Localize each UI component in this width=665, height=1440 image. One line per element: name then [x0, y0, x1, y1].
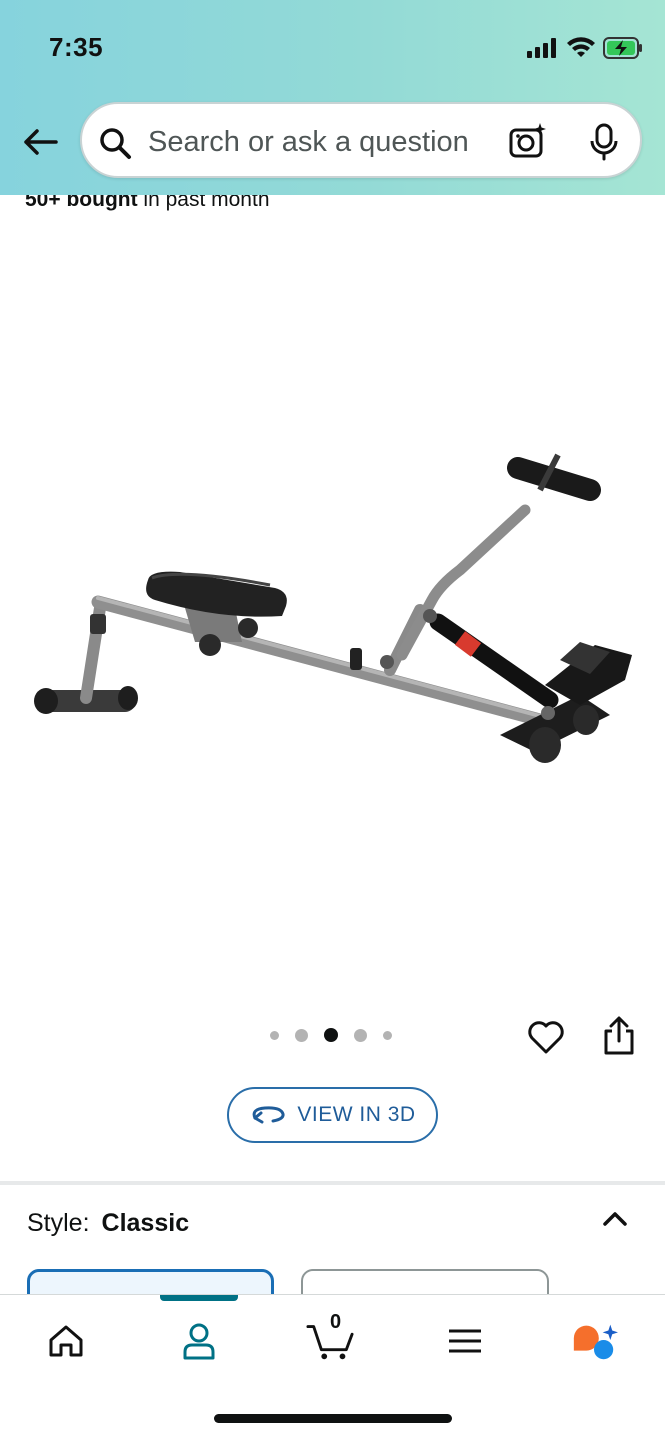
style-label: Style: — [27, 1209, 90, 1237]
view-in-3d-button[interactable]: VIEW IN 3D — [227, 1087, 438, 1143]
product-page: 7:35 Search or ask a question 50+ bought… — [0, 0, 665, 1440]
active-tab-indicator — [160, 1295, 238, 1301]
home-indicator — [214, 1414, 452, 1423]
header: 7:35 Search or ask a question — [0, 0, 665, 195]
microphone-icon[interactable] — [590, 123, 618, 161]
search-icon — [100, 128, 131, 159]
search-bar[interactable]: Search or ask a question — [80, 102, 642, 178]
person-icon — [183, 1323, 215, 1360]
hamburger-menu-icon — [449, 1329, 481, 1353]
share-icon[interactable] — [602, 1016, 636, 1056]
chevron-up-icon[interactable] — [601, 1205, 629, 1233]
style-selector[interactable]: Style: Classic — [27, 1209, 189, 1238]
carousel-dot[interactable] — [354, 1028, 367, 1042]
camera-icon[interactable] — [509, 122, 547, 160]
nav-menu[interactable] — [441, 1317, 489, 1365]
nav-account[interactable] — [175, 1317, 223, 1365]
back-button[interactable] — [20, 122, 60, 162]
search-input[interactable]: Search or ask a question — [148, 126, 469, 159]
nav-home[interactable] — [42, 1317, 90, 1365]
product-image[interactable] — [20, 430, 645, 780]
section-divider — [0, 1181, 665, 1185]
battery-charging-icon — [603, 37, 642, 59]
ai-assistant-icon — [573, 1324, 618, 1360]
carousel-dot[interactable] — [270, 1030, 279, 1040]
status-icons — [527, 36, 643, 60]
cellular-signal-icon — [527, 38, 556, 58]
nav-rufus[interactable] — [570, 1317, 618, 1365]
carousel-dot[interactable] — [295, 1028, 308, 1042]
carousel-dot[interactable] — [383, 1030, 392, 1040]
status-time: 7:35 — [49, 32, 104, 62]
style-value: Classic — [101, 1209, 190, 1237]
carousel-dot-active[interactable] — [324, 1028, 338, 1042]
view-in-3d-label: VIEW IN 3D — [297, 1103, 416, 1126]
wifi-icon — [567, 37, 595, 57]
cart-count-badge: 0 — [330, 1311, 342, 1333]
rotate-3d-icon — [253, 1106, 285, 1124]
heart-icon[interactable] — [527, 1018, 565, 1056]
home-icon — [49, 1325, 83, 1357]
arrow-left-icon — [24, 129, 58, 155]
image-carousel-indicator[interactable] — [270, 1028, 392, 1042]
